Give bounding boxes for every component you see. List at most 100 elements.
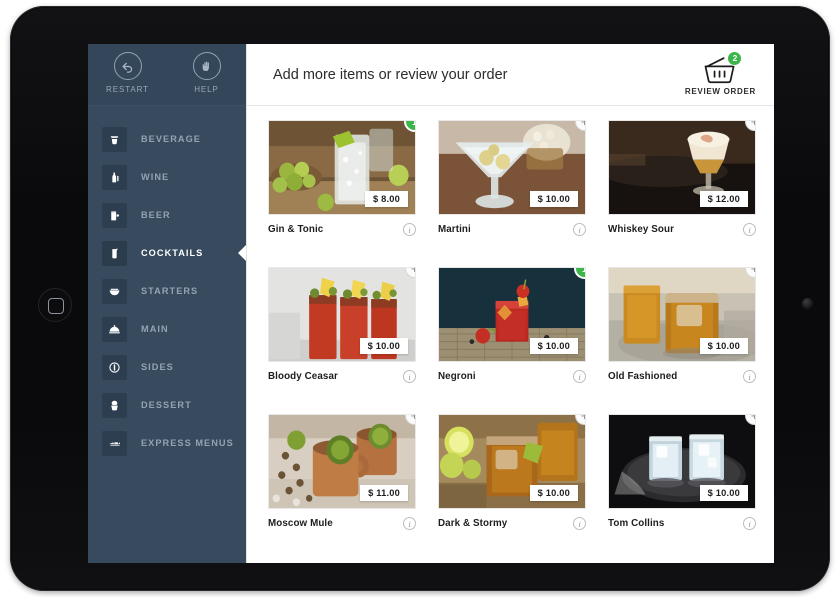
main-content: Add more items or review your order 2 RE… — [246, 44, 774, 563]
product-card[interactable]: $ 12.00 + Whiskey Sour i — [608, 120, 756, 259]
sidebar: RESTART HELP BEVERAGE WINE BEER COCKTAIL… — [88, 44, 247, 563]
sidebar-item-label: BEER — [141, 210, 171, 220]
product-footer: Old Fashioned i — [608, 362, 756, 383]
product-image[interactable]: $ 10.00 1 — [438, 267, 586, 362]
product-name: Old Fashioned — [608, 371, 678, 382]
sidebar-item-label: DESSERT — [141, 400, 192, 410]
product-name: Dark & Stormy — [438, 518, 508, 529]
product-price: $ 10.00 — [529, 191, 578, 207]
product-price: $ 11.00 — [360, 485, 408, 501]
restart-label: RESTART — [106, 85, 149, 94]
info-icon[interactable]: i — [743, 517, 756, 530]
product-card[interactable]: $ 10.00 + Bloody Ceasar i — [268, 267, 416, 406]
info-icon[interactable]: i — [403, 370, 416, 383]
sidebar-item-label: EXPRESS MENUS — [141, 438, 234, 448]
product-image[interactable]: $ 11.00 + — [268, 414, 416, 509]
review-order-button[interactable]: 2 REVIEW ORDER — [684, 50, 760, 96]
product-card[interactable]: $ 8.00 1 Gin & Tonic i — [268, 120, 416, 259]
info-icon[interactable]: i — [403, 517, 416, 530]
product-footer: Negroni i — [438, 362, 586, 383]
product-card[interactable]: $ 10.00 1 Negroni i — [438, 267, 586, 406]
product-image[interactable]: $ 10.00 + — [608, 267, 756, 362]
product-footer: Moscow Mule i — [268, 509, 416, 530]
home-button-square-icon — [48, 298, 64, 314]
sidebar-item-dessert[interactable]: DESSERT — [88, 386, 246, 424]
product-image[interactable]: $ 10.00 + — [608, 414, 756, 509]
product-price: $ 10.00 — [529, 485, 578, 501]
product-price: $ 10.00 — [699, 338, 748, 354]
product-image[interactable]: $ 12.00 + — [608, 120, 756, 215]
review-order-label: REVIEW ORDER — [684, 86, 756, 96]
product-image[interactable]: $ 8.00 1 — [268, 120, 416, 215]
product-footer: Martini i — [438, 215, 586, 236]
undo-arrow-icon — [113, 52, 142, 80]
product-footer: Dark & Stormy i — [438, 509, 586, 530]
help-button[interactable]: HELP — [176, 52, 238, 94]
product-name: Moscow Mule — [268, 518, 333, 529]
info-icon[interactable]: i — [573, 370, 586, 383]
sidebar-item-label: WINE — [141, 172, 170, 182]
sidebar-item-starters[interactable]: STARTERS — [88, 272, 246, 310]
home-button[interactable] — [38, 288, 72, 322]
help-label: HELP — [194, 85, 219, 94]
sidebar-topbar: RESTART HELP — [88, 44, 246, 106]
sidebar-item-label: SIDES — [141, 362, 174, 372]
cup-icon — [102, 126, 127, 152]
product-price: $ 8.00 — [364, 191, 408, 207]
sidebar-item-beverage[interactable]: BEVERAGE — [88, 120, 246, 158]
product-card[interactable]: $ 11.00 + Moscow Mule i — [268, 414, 416, 553]
product-footer: Bloody Ceasar i — [268, 362, 416, 383]
side-dish-icon — [102, 354, 127, 380]
cupcake-icon — [102, 392, 127, 418]
cocktail-glass-icon — [102, 240, 127, 266]
product-price: $ 10.00 — [699, 485, 748, 501]
info-icon[interactable]: i — [573, 517, 586, 530]
cloche-icon — [102, 316, 127, 342]
raised-hand-icon — [192, 52, 221, 80]
sidebar-item-label: BEVERAGE — [141, 134, 201, 144]
restart-button[interactable]: RESTART — [97, 52, 159, 94]
tablet-frame: RESTART HELP BEVERAGE WINE BEER COCKTAIL… — [10, 6, 830, 591]
sidebar-item-label: COCKTAILS — [141, 248, 204, 258]
product-name: Bloody Ceasar — [268, 371, 338, 382]
sidebar-item-cocktails[interactable]: COCKTAILS — [88, 234, 247, 272]
main-header: Add more items or review your order 2 RE… — [247, 44, 774, 106]
info-icon[interactable]: i — [573, 223, 586, 236]
product-name: Negroni — [438, 371, 476, 382]
product-card[interactable]: $ 10.00 + Old Fashioned i — [608, 267, 756, 406]
info-icon[interactable]: i — [403, 223, 416, 236]
tablet-screen: RESTART HELP BEVERAGE WINE BEER COCKTAIL… — [88, 44, 774, 563]
sidebar-item-sides[interactable]: SIDES — [88, 348, 246, 386]
product-price: $ 10.00 — [529, 338, 578, 354]
product-card[interactable]: $ 10.00 + Martini i — [438, 120, 586, 259]
bowl-icon — [102, 278, 127, 304]
wine-bottle-icon — [102, 164, 127, 190]
sidebar-item-main[interactable]: MAIN — [88, 310, 246, 348]
beer-mug-icon — [102, 202, 127, 228]
product-image[interactable]: $ 10.00 + — [268, 267, 416, 362]
product-price: $ 12.00 — [699, 191, 748, 207]
express-tray-icon — [102, 430, 127, 456]
product-footer: Gin & Tonic i — [268, 215, 416, 236]
sidebar-item-label: STARTERS — [141, 286, 199, 296]
sidebar-item-wine[interactable]: WINE — [88, 158, 246, 196]
product-card[interactable]: $ 10.00 + Dark & Stormy i — [438, 414, 586, 553]
product-grid: $ 8.00 1 Gin & Tonic i — [247, 106, 774, 563]
product-price: $ 10.00 — [359, 338, 408, 354]
info-icon[interactable]: i — [743, 223, 756, 236]
product-name: Whiskey Sour — [608, 224, 674, 235]
info-icon[interactable]: i — [743, 370, 756, 383]
front-camera-icon — [802, 298, 813, 309]
product-name: Tom Collins — [608, 518, 665, 529]
product-image[interactable]: $ 10.00 + — [438, 414, 586, 509]
product-name: Martini — [438, 224, 471, 235]
sidebar-item-beer[interactable]: BEER — [88, 196, 246, 234]
sidebar-item-label: MAIN — [141, 324, 169, 334]
sidebar-nav: BEVERAGE WINE BEER COCKTAILS STARTERS MA… — [88, 106, 247, 462]
shopping-basket-icon: 2 — [700, 50, 743, 86]
cart-count-badge: 2 — [727, 50, 743, 66]
product-card[interactable]: $ 10.00 + Tom Collins i — [608, 414, 756, 553]
product-footer: Tom Collins i — [608, 509, 756, 530]
sidebar-item-express-menus[interactable]: EXPRESS MENUS — [88, 424, 246, 462]
product-image[interactable]: $ 10.00 + — [438, 120, 586, 215]
